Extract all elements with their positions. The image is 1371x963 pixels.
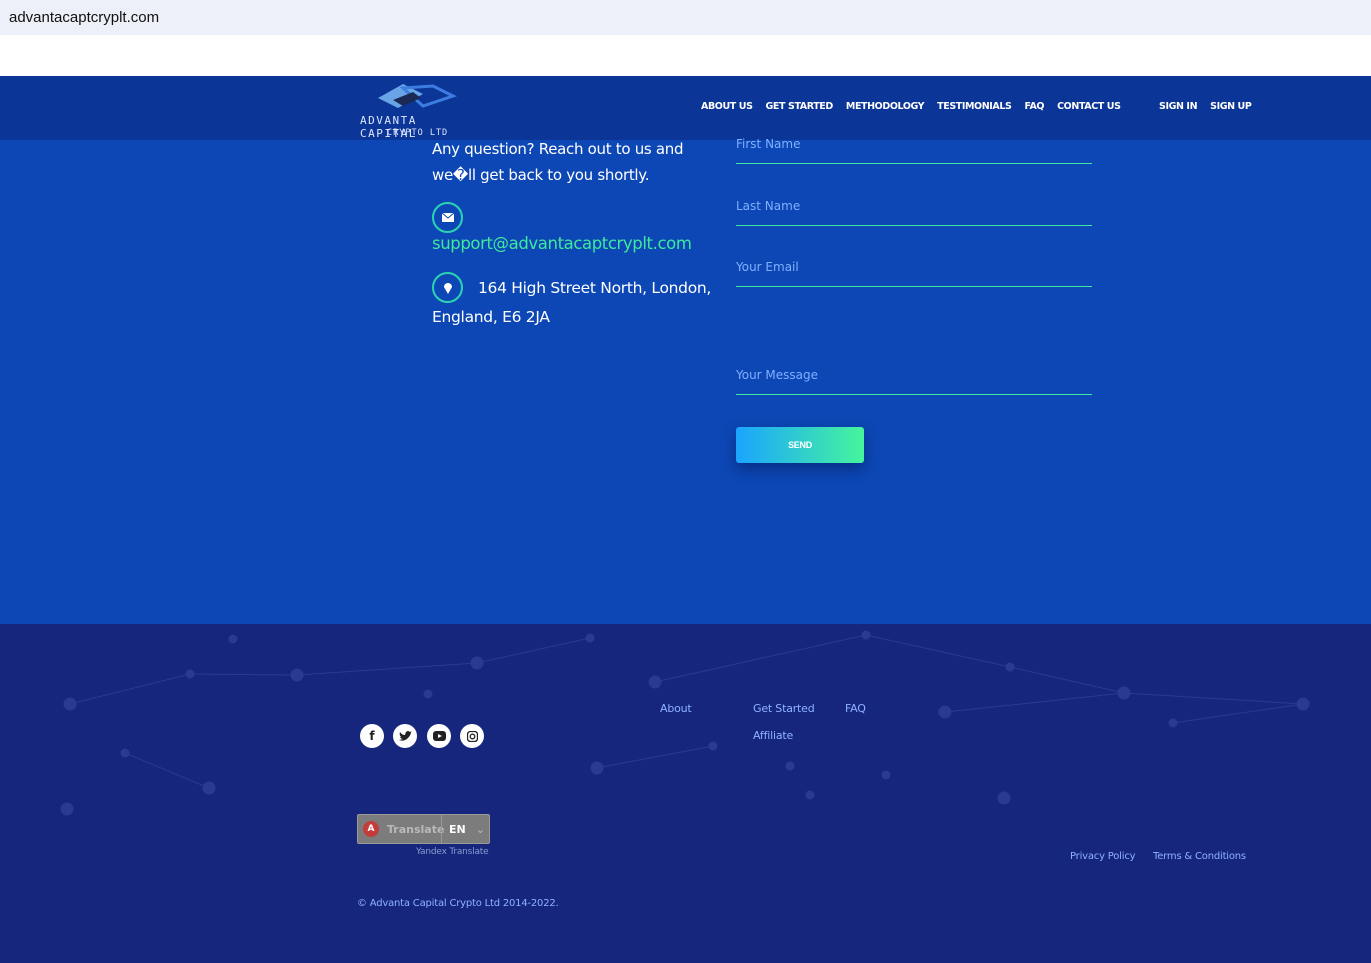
copyright: © Advanta Capital Crypto Ltd 2014-2022. [357, 898, 559, 909]
logo[interactable]: ADVANTA CAPITAL CRYPTO LTD [358, 80, 478, 140]
address-bar[interactable]: advantacaptcryplt.com [0, 0, 1371, 35]
last-name-input[interactable]: Last Name [736, 199, 1092, 226]
footer-link-about[interactable]: About [660, 702, 692, 715]
send-button[interactable]: SEND [736, 427, 864, 463]
terms-link[interactable]: Terms & Conditions [1153, 851, 1246, 862]
facebook-icon[interactable]: f [360, 724, 384, 748]
first-name-input[interactable]: First Name [736, 137, 1092, 164]
translate-icon: A [363, 821, 379, 837]
footer-link-affiliate[interactable]: Affiliate [753, 729, 793, 742]
envelope-icon [432, 202, 463, 233]
translate-widget[interactable]: A Translate EN ⌄ [357, 814, 490, 844]
sign-up-link[interactable]: SIGN UP [1210, 101, 1252, 112]
twitter-icon[interactable] [393, 724, 417, 748]
instagram-icon[interactable] [460, 724, 484, 748]
nav-get-started[interactable]: GET STARTED [766, 101, 834, 112]
nav-methodology[interactable]: METHODOLOGY [846, 101, 925, 112]
youtube-icon[interactable] [427, 724, 451, 748]
nav-about-us[interactable]: ABOUT US [701, 101, 753, 112]
nav-testimonials[interactable]: TESTIMONIALS [937, 101, 1012, 112]
network-background [60, 630, 1310, 816]
footer-link-get-started[interactable]: Get Started [753, 702, 815, 715]
nav-faq[interactable]: FAQ [1024, 101, 1044, 112]
sign-in-link[interactable]: SIGN IN [1159, 101, 1198, 112]
message-input[interactable]: Your Message [736, 368, 1092, 395]
site-footer: About Get Started FAQ Affiliate f A Tran… [0, 624, 1371, 963]
site-header: ADVANTA CAPITAL CRYPTO LTD ABOUT US GET … [0, 76, 1371, 140]
chevron-down-icon: ⌄ [475, 822, 485, 836]
nav-contact-us[interactable]: CONTACT US [1057, 101, 1121, 112]
contact-intro: Any question? Reach out to us and we�ll … [432, 140, 684, 184]
contact-section: Any question? Reach out to us and we�ll … [0, 137, 1371, 624]
privacy-policy-link[interactable]: Privacy Policy [1070, 851, 1136, 862]
yandex-credit[interactable]: Yandex Translate [416, 847, 489, 857]
language-select[interactable]: EN ⌄ [441, 815, 485, 843]
main-nav: ABOUT US GET STARTED METHODOLOGY TESTIMO… [701, 101, 1121, 112]
logo-icon [378, 84, 457, 108]
auth-nav: SIGN IN SIGN UP [1159, 101, 1252, 112]
email-input[interactable]: Your Email [736, 260, 1092, 287]
support-email-link[interactable]: support@advantacaptcryplt.com [432, 234, 692, 253]
translate-label: Translate [387, 822, 445, 836]
footer-link-faq[interactable]: FAQ [845, 702, 866, 715]
address: 164 High Street North, London, England, … [432, 279, 712, 326]
